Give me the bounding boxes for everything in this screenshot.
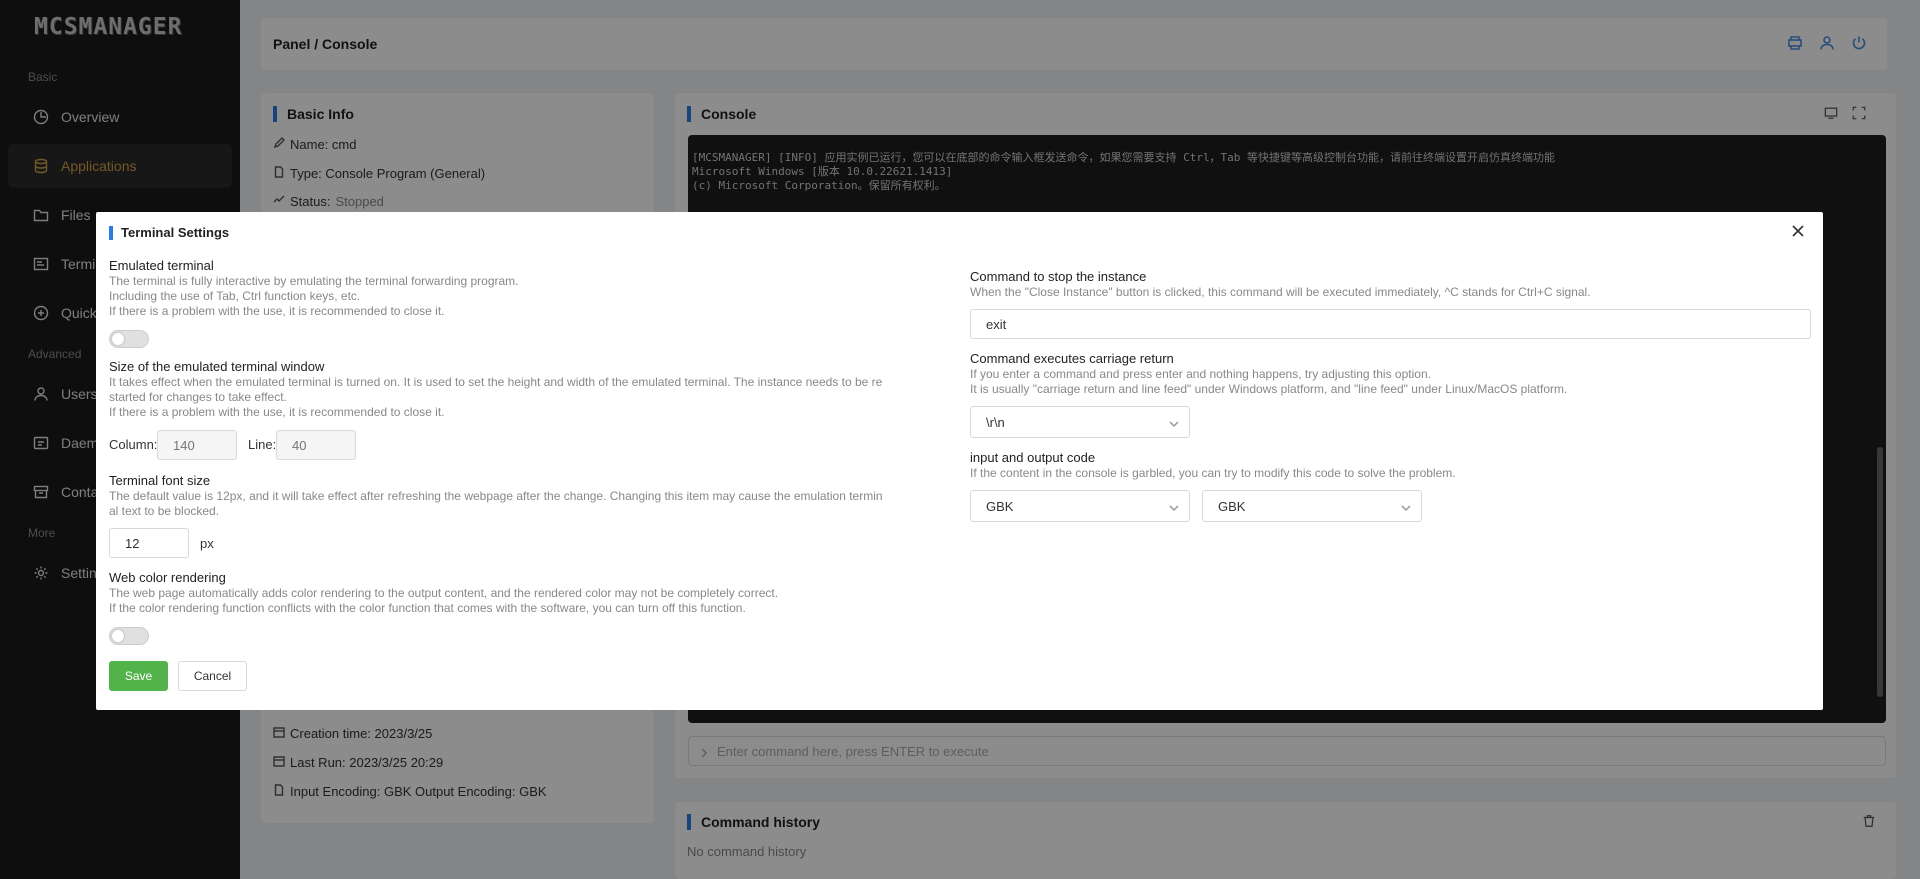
carriage-return-desc-2: It is usually "carriage return and line … xyxy=(970,382,1568,396)
font-size-desc-2: al text to be blocked. xyxy=(109,504,220,518)
color-rendering-desc-1: The web page automatically adds color re… xyxy=(109,586,779,600)
emulated-terminal-desc-1: The terminal is fully interactive by emu… xyxy=(109,274,519,288)
font-size-unit: px xyxy=(200,536,214,551)
save-button[interactable]: Save xyxy=(109,661,168,691)
carriage-return-select[interactable]: \r\n xyxy=(970,406,1190,438)
color-rendering-toggle[interactable] xyxy=(109,627,149,645)
terminal-settings-modal: Terminal Settings Emulated terminal The … xyxy=(96,212,1823,710)
line-label: Line: xyxy=(248,437,277,452)
window-size-desc-2: started for changes to take effect. xyxy=(109,390,287,404)
input-code-select[interactable]: GBK xyxy=(970,490,1190,522)
close-icon xyxy=(1791,225,1805,241)
chevron-down-icon xyxy=(1169,417,1179,432)
color-rendering-title: Web color rendering xyxy=(109,570,226,585)
close-button[interactable] xyxy=(1791,224,1809,242)
font-size-input[interactable] xyxy=(109,528,189,558)
emulated-terminal-desc-3: If there is a problem with the use, it i… xyxy=(109,304,445,318)
window-size-title: Size of the emulated terminal window xyxy=(109,359,325,374)
cancel-button[interactable]: Cancel xyxy=(178,661,247,691)
emulated-terminal-title: Emulated terminal xyxy=(109,258,214,273)
font-size-title: Terminal font size xyxy=(109,473,211,488)
output-code-select[interactable]: GBK xyxy=(1202,490,1422,522)
carriage-return-desc-1: If you enter a command and press enter a… xyxy=(970,367,1431,381)
emulated-terminal-toggle[interactable] xyxy=(109,330,149,348)
chevron-down-icon xyxy=(1169,501,1179,516)
emulated-terminal-desc-2: Including the use of Tab, Ctrl function … xyxy=(109,289,361,303)
window-size-desc-3: If there is a problem with the use, it i… xyxy=(109,405,445,419)
modal-title: Terminal Settings xyxy=(109,226,229,240)
line-input[interactable] xyxy=(276,430,356,460)
stop-command-title: Command to stop the instance xyxy=(970,269,1147,284)
carriage-return-title: Command executes carriage return xyxy=(970,351,1174,366)
carriage-return-value: \r\n xyxy=(986,414,1005,430)
column-input[interactable] xyxy=(157,430,237,460)
stop-command-desc: When the "Close Instance" button is clic… xyxy=(970,285,1591,299)
chevron-down-icon xyxy=(1401,501,1411,516)
stop-command-input[interactable] xyxy=(970,309,1811,339)
input-code-value: GBK xyxy=(986,498,1014,514)
output-code-value: GBK xyxy=(1218,498,1246,514)
io-code-title: input and output code xyxy=(970,450,1096,465)
window-size-desc-1: It takes effect when the emulated termin… xyxy=(109,375,883,389)
color-rendering-desc-2: If the color rendering function conflict… xyxy=(109,601,746,615)
column-label: Column: xyxy=(109,437,158,452)
io-code-desc: If the content in the console is garbled… xyxy=(970,466,1456,480)
font-size-desc-1: The default value is 12px, and it will t… xyxy=(109,489,883,503)
